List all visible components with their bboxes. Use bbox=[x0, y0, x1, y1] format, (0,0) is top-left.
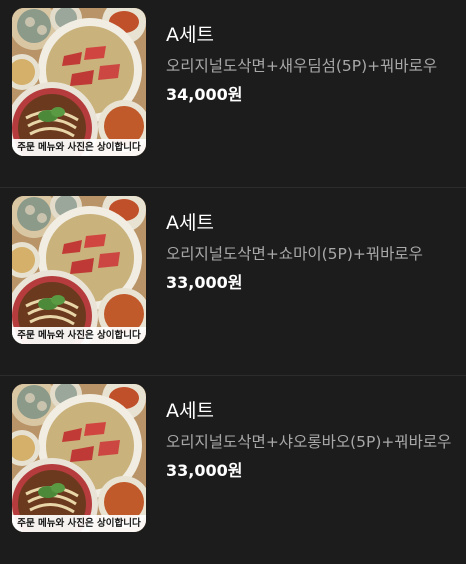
menu-list: 주문 메뉴와 사진은 상이합니다 A세트 오리지널도삭면+새우딤섬(5P)+꿔바… bbox=[0, 0, 466, 551]
menu-item-info: A세트 오리지널도삭면+샤오롱바오(5P)+꿔바로우 33,000원 bbox=[166, 398, 452, 482]
menu-item-name: A세트 bbox=[166, 24, 214, 46]
food-photo-illustration bbox=[12, 196, 146, 344]
menu-item-photo[interactable]: 주문 메뉴와 사진은 상이합니다 bbox=[12, 196, 146, 344]
photo-disclaimer-caption: 주문 메뉴와 사진은 상이합니다 bbox=[12, 139, 146, 156]
menu-item-name: A세트 bbox=[166, 212, 214, 234]
menu-item-price: 33,000원 bbox=[166, 461, 243, 480]
food-photo-illustration bbox=[12, 384, 146, 532]
menu-item-photo[interactable]: 주문 메뉴와 사진은 상이합니다 bbox=[12, 8, 146, 156]
menu-item-info: A세트 오리지널도삭면+새우딤섬(5P)+꿔바로우 34,000원 bbox=[166, 22, 452, 106]
photo-disclaimer-caption: 주문 메뉴와 사진은 상이합니다 bbox=[12, 327, 146, 344]
photo-disclaimer-caption: 주문 메뉴와 사진은 상이합니다 bbox=[12, 515, 146, 532]
menu-item[interactable]: 주문 메뉴와 사진은 상이합니다 A세트 오리지널도삭면+샤오롱바오(5P)+꿔… bbox=[0, 376, 466, 564]
food-photo-illustration bbox=[12, 8, 146, 156]
menu-item-name: A세트 bbox=[166, 400, 214, 422]
menu-item-description: 오리지널도삭면+새우딤섬(5P)+꿔바로우 bbox=[166, 57, 438, 75]
menu-item-info: A세트 오리지널도삭면+쇼마이(5P)+꿔바로우 33,000원 bbox=[166, 210, 452, 294]
menu-item[interactable]: 주문 메뉴와 사진은 상이합니다 A세트 오리지널도삭면+쇼마이(5P)+꿔바로… bbox=[0, 188, 466, 376]
menu-item-price: 33,000원 bbox=[166, 273, 243, 292]
menu-item-description: 오리지널도삭면+쇼마이(5P)+꿔바로우 bbox=[166, 245, 423, 263]
menu-item-description: 오리지널도삭면+샤오롱바오(5P)+꿔바로우 bbox=[166, 433, 452, 451]
menu-item-price: 34,000원 bbox=[166, 85, 243, 104]
menu-item[interactable]: 주문 메뉴와 사진은 상이합니다 A세트 오리지널도삭면+새우딤섬(5P)+꿔바… bbox=[0, 0, 466, 188]
menu-item-photo[interactable]: 주문 메뉴와 사진은 상이합니다 bbox=[12, 384, 146, 532]
